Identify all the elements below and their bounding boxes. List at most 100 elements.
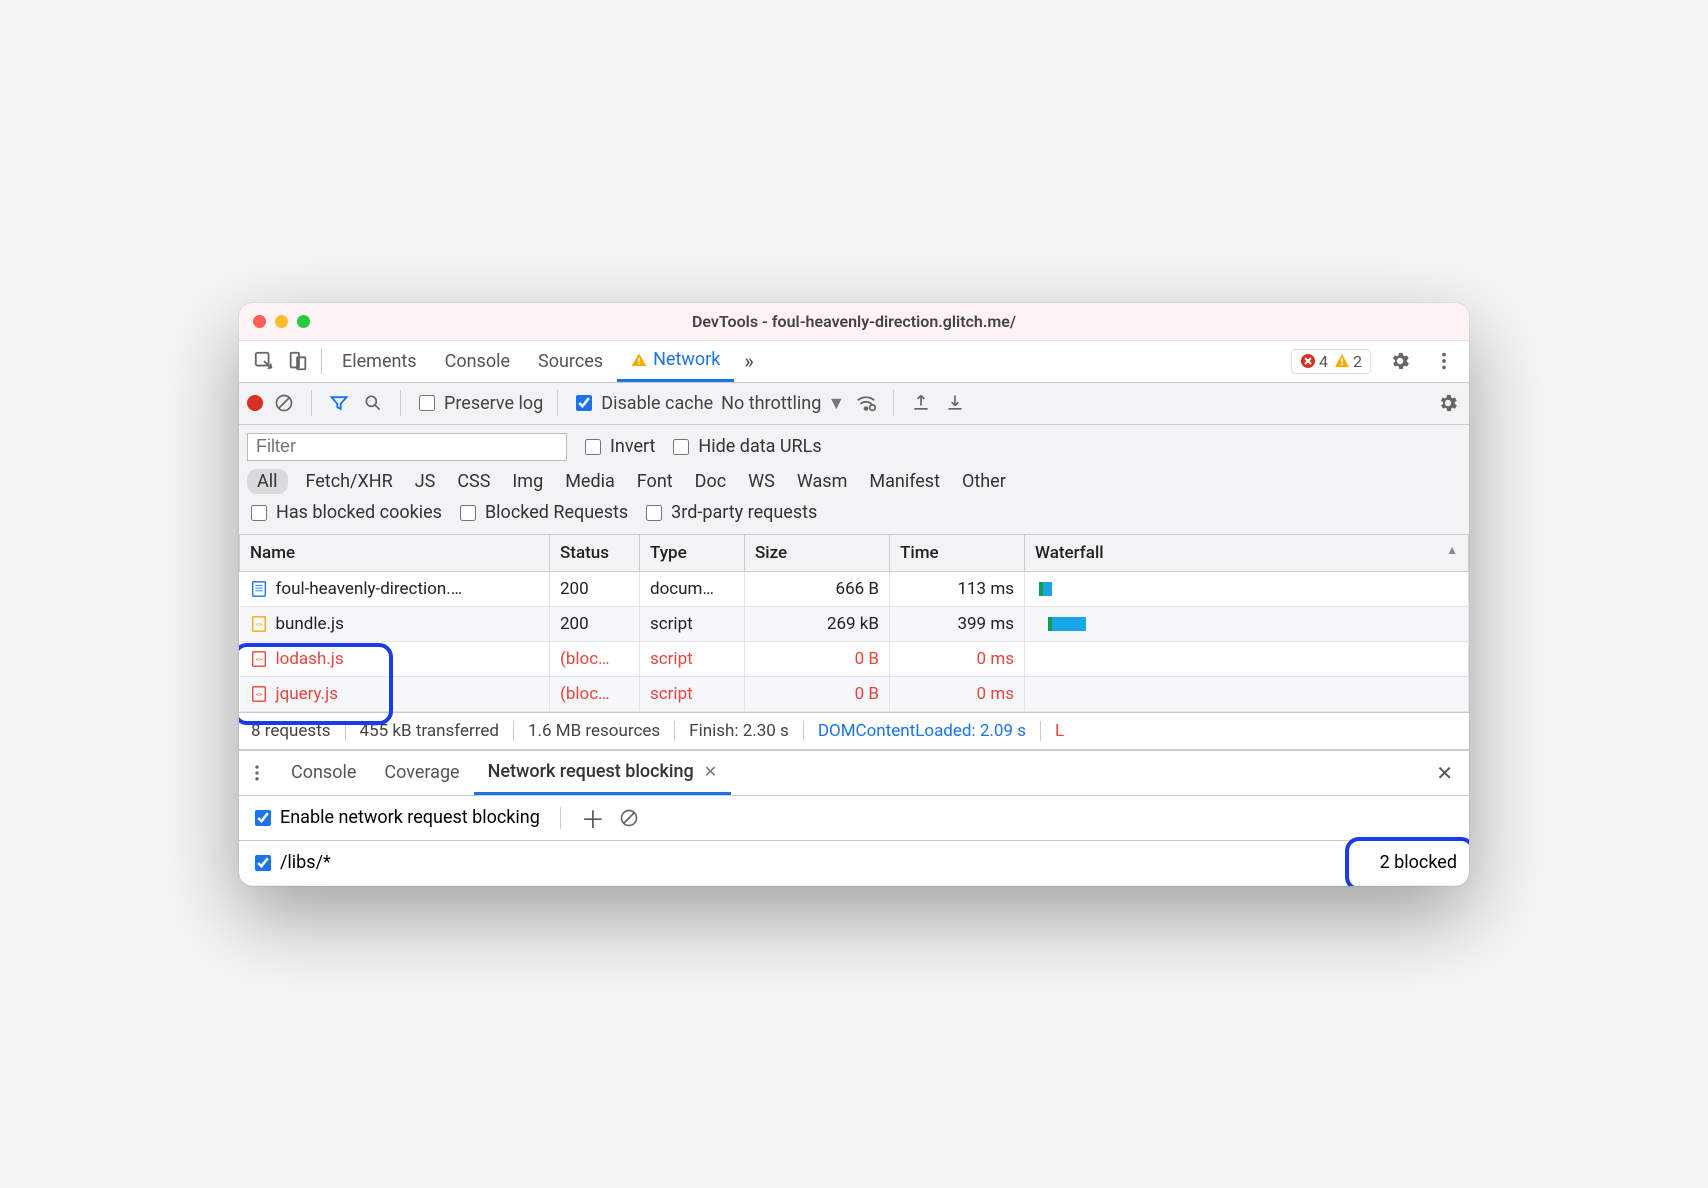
settings-gear-icon[interactable] [1383, 346, 1417, 376]
request-status: 200 [550, 571, 640, 606]
pattern-checkbox[interactable]: /libs/* [251, 852, 331, 874]
drawer-more-icon[interactable] [247, 763, 277, 783]
filter-toggle-icon[interactable] [326, 390, 352, 416]
search-icon[interactable] [360, 390, 386, 416]
request-type: script [640, 606, 745, 641]
table-row[interactable]: foul-heavenly-direction.… 200 docum… 666… [240, 571, 1469, 606]
filter-type-font[interactable]: Font [633, 469, 677, 494]
column-header-time[interactable]: Time [890, 535, 1025, 572]
filter-type-ws[interactable]: WS [744, 469, 779, 494]
table-row[interactable]: <>jquery.js (bloc… script 0 B 0 ms [240, 676, 1469, 711]
request-waterfall [1025, 676, 1469, 711]
issues-badge[interactable]: 4 2 [1291, 349, 1371, 374]
error-icon [1300, 353, 1316, 369]
column-header-name[interactable]: Name [240, 535, 550, 572]
filter-type-js[interactable]: JS [411, 469, 440, 494]
more-tabs-button[interactable]: » [734, 349, 763, 373]
request-waterfall [1025, 606, 1469, 641]
has-blocked-cookies-checkbox[interactable]: Has blocked cookies [247, 502, 442, 524]
throttling-select[interactable]: No throttling ▼ [721, 393, 845, 414]
network-requests-table: Name Status Type Size Time Waterfall fou… [239, 535, 1469, 712]
invert-checkbox[interactable]: Invert [581, 436, 655, 458]
maximize-window-button[interactable] [297, 315, 310, 328]
filter-input[interactable] [247, 433, 567, 461]
warning-icon [1334, 353, 1350, 369]
network-settings-gear-icon[interactable] [1435, 390, 1461, 416]
inspect-element-icon[interactable] [247, 346, 281, 376]
request-status: (bloc… [550, 641, 640, 676]
main-tabs: Elements Console Sources Network » 4 2 [239, 341, 1469, 383]
summary-domcontentloaded: DOMContentLoaded: 2.09 s [803, 721, 1040, 741]
filter-type-all[interactable]: All [247, 469, 288, 494]
window-titlebar: DevTools - foul-heavenly-direction.glitc… [239, 303, 1469, 341]
request-type: script [640, 676, 745, 711]
table-row[interactable]: <>bundle.js 200 script 269 kB 399 ms [240, 606, 1469, 641]
request-type: script [640, 641, 745, 676]
blocked-count-label: 2 blocked [1380, 852, 1457, 873]
drawer-tab-network-request-blocking[interactable]: Network request blocking ✕ [474, 751, 732, 795]
blocking-pattern-row[interactable]: /libs/* 2 blocked [239, 841, 1469, 886]
export-har-icon[interactable] [942, 390, 968, 416]
request-waterfall [1025, 641, 1469, 676]
remove-all-patterns-icon[interactable] [619, 808, 639, 828]
filter-type-doc[interactable]: Doc [691, 469, 731, 494]
request-type: docum… [640, 571, 745, 606]
request-size: 666 B [745, 571, 890, 606]
filter-type-media[interactable]: Media [561, 469, 619, 494]
divider [321, 348, 322, 374]
drawer-close-icon[interactable]: ✕ [1428, 761, 1461, 785]
import-har-icon[interactable] [908, 390, 934, 416]
svg-text:<>: <> [255, 690, 262, 698]
disable-cache-checkbox[interactable]: Disable cache [572, 392, 713, 414]
request-size: 0 B [745, 641, 890, 676]
close-tab-icon[interactable]: ✕ [704, 762, 717, 781]
table-row[interactable]: <> lodash.js (bloc… script 0 B 0 ms [240, 641, 1469, 676]
summary-requests: 8 requests [251, 721, 345, 741]
svg-text:<>: <> [255, 620, 262, 628]
device-toolbar-icon[interactable] [281, 346, 315, 376]
add-pattern-icon[interactable]: ＋ [581, 800, 605, 835]
column-header-waterfall[interactable]: Waterfall [1025, 535, 1469, 572]
drawer-tab-coverage[interactable]: Coverage [370, 751, 473, 795]
enable-blocking-checkbox[interactable]: Enable network request blocking [251, 807, 540, 829]
filter-type-css[interactable]: CSS [453, 469, 494, 494]
blocked-requests-checkbox[interactable]: Blocked Requests [456, 502, 628, 524]
column-header-size[interactable]: Size [745, 535, 890, 572]
close-window-button[interactable] [253, 315, 266, 328]
tab-sources[interactable]: Sources [524, 341, 617, 382]
pattern-text: /libs/* [280, 852, 331, 873]
warning-icon [631, 352, 647, 368]
filter-type-img[interactable]: Img [508, 469, 547, 494]
filter-type-other[interactable]: Other [958, 469, 1010, 494]
svg-text:<>: <> [255, 655, 262, 663]
hide-data-urls-checkbox[interactable]: Hide data URLs [669, 436, 821, 458]
filter-type-wasm[interactable]: Wasm [793, 469, 852, 494]
tab-network[interactable]: Network [617, 341, 734, 382]
network-conditions-icon[interactable] [853, 390, 879, 416]
request-name: bundle.js [276, 614, 344, 634]
tab-elements[interactable]: Elements [328, 341, 431, 382]
tab-console[interactable]: Console [431, 341, 524, 382]
third-party-checkbox[interactable]: 3rd-party requests [642, 502, 817, 524]
column-header-type[interactable]: Type [640, 535, 745, 572]
preserve-log-checkbox[interactable]: Preserve log [415, 392, 543, 414]
request-time: 113 ms [890, 571, 1025, 606]
request-size: 0 B [745, 676, 890, 711]
request-name: lodash.js [276, 649, 344, 669]
filter-type-manifest[interactable]: Manifest [865, 469, 944, 494]
filter-type-fetch-xhr[interactable]: Fetch/XHR [302, 469, 397, 494]
drawer-tabs: Console Coverage Network request blockin… [239, 751, 1469, 796]
more-options-icon[interactable] [1427, 346, 1461, 376]
drawer-tab-console[interactable]: Console [277, 751, 370, 795]
record-button[interactable] [247, 395, 263, 411]
blocking-toolbar: Enable network request blocking ＋ [239, 796, 1469, 841]
clear-button[interactable] [271, 390, 297, 416]
errors-count: 4 [1300, 352, 1328, 371]
window-controls [253, 315, 310, 328]
request-time: 0 ms [890, 641, 1025, 676]
request-time: 399 ms [890, 606, 1025, 641]
column-header-status[interactable]: Status [550, 535, 640, 572]
minimize-window-button[interactable] [275, 315, 288, 328]
request-size: 269 kB [745, 606, 890, 641]
summary-finish: Finish: 2.30 s [674, 721, 803, 741]
